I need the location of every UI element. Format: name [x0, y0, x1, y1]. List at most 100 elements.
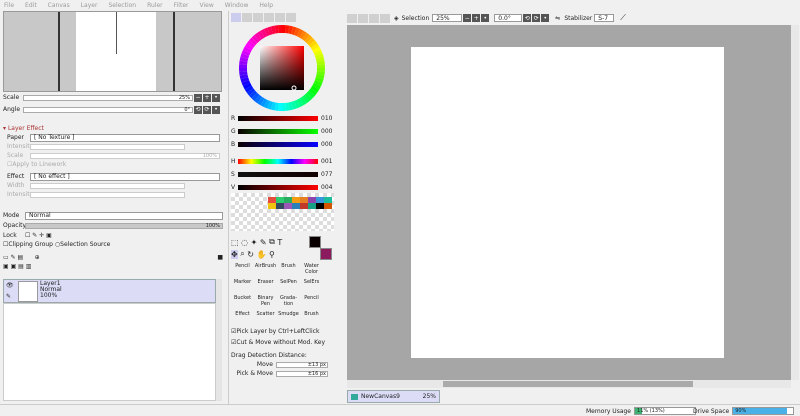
color-swatch[interactable]	[284, 203, 292, 209]
color-swatch[interactable]	[292, 203, 300, 209]
text-icon[interactable]: T	[277, 238, 282, 247]
canvas-hscroll[interactable]	[347, 380, 791, 388]
menu-view[interactable]: View	[199, 2, 213, 9]
zoom-in-button[interactable]: +	[203, 93, 211, 102]
hand-icon[interactable]: ✋	[257, 250, 267, 259]
navigator-preview[interactable]	[3, 11, 222, 92]
paper-scale-slider[interactable]: 100%	[30, 152, 220, 159]
canvas-vscroll[interactable]	[791, 25, 799, 380]
effect-select[interactable]: [ No effect ]	[30, 172, 220, 181]
color-swatch[interactable]	[268, 203, 276, 209]
zoom-icon[interactable]: ⌕	[240, 249, 244, 259]
pick-layer-label: Pick Layer by Ctrl+LeftClick	[236, 328, 320, 335]
hsv-tab[interactable]	[253, 13, 263, 22]
width-slider[interactable]	[30, 182, 185, 189]
g-slider[interactable]	[238, 129, 318, 134]
tb-zoom-reset[interactable]: •	[481, 14, 490, 22]
opacity-slider[interactable]: 100%	[25, 222, 223, 229]
menu-canvas[interactable]: Canvas	[48, 2, 70, 9]
color-swatch[interactable]	[300, 203, 308, 209]
rotate-reset-button[interactable]: •	[212, 105, 220, 114]
background-color[interactable]	[320, 248, 332, 260]
new-folder-icon[interactable]: ⊕	[35, 254, 40, 261]
tb-btn-3[interactable]	[369, 13, 379, 23]
layer-ops-icon[interactable]: ▣ ▣ ▤ ▥	[3, 263, 31, 270]
status-bar: Memory Usage 11% (13%) Drive Space 90%	[0, 404, 800, 416]
layer-row-layer1[interactable]: 👁 ✎ Layer1 Normal 100%	[3, 279, 216, 303]
tb-rotate-r[interactable]: ⟳	[532, 14, 541, 22]
h-slider[interactable]	[238, 159, 318, 164]
lock-icons[interactable]: ☐ ✎ ✛ ▣	[25, 232, 52, 239]
foreground-color[interactable]	[309, 236, 321, 248]
eye-icon[interactable]: 👁	[6, 282, 14, 289]
rotate-left-button[interactable]: ⟲	[194, 105, 202, 114]
rotate-icon[interactable]: ↻	[247, 250, 254, 259]
magic-wand-icon[interactable]: ✦	[251, 238, 258, 247]
tb-rotate-reset[interactable]: •	[541, 14, 550, 22]
intensity2-slider[interactable]	[30, 191, 185, 198]
layer-list[interactable]	[3, 303, 216, 401]
menu-selection[interactable]: Selection	[108, 2, 136, 9]
rgb-tab[interactable]	[242, 13, 252, 22]
color-swatch[interactable]	[324, 203, 332, 209]
zoom-reset-button[interactable]: •	[212, 93, 220, 102]
apply-linework-checkbox[interactable]: ☐	[3, 161, 12, 168]
rect-select-icon[interactable]: ⬚	[231, 238, 239, 247]
tb-zoom-in[interactable]: +	[472, 14, 481, 22]
intensity-slider[interactable]	[30, 143, 185, 150]
menu-window[interactable]: Window	[225, 2, 249, 9]
hscroll-thumb[interactable]	[443, 381, 693, 387]
menu-filter[interactable]: Filter	[174, 2, 189, 9]
menu-file[interactable]: File	[4, 2, 14, 9]
angle-combo[interactable]: 0.0°	[494, 14, 523, 22]
tb-btn-2[interactable]	[358, 13, 368, 23]
layer-scrollbar[interactable]	[216, 279, 222, 401]
blend-mode-select[interactable]: Normal	[25, 211, 223, 220]
move-icon[interactable]: ✥	[231, 249, 238, 259]
color-swatch[interactable]	[276, 203, 284, 209]
paper-select[interactable]: [ No Texture ]	[30, 133, 220, 142]
v-value: 004	[321, 184, 333, 191]
line-icon[interactable]: ⟋	[620, 13, 626, 23]
zoom-combo[interactable]: 25%	[432, 14, 463, 22]
rotate-right-button[interactable]: ⟳	[203, 105, 211, 114]
b-value: 000	[321, 141, 333, 148]
canvas-tab[interactable]: NewCanvas9 25%	[347, 390, 440, 403]
color-swatch[interactable]	[308, 203, 316, 209]
menu-help[interactable]: Help	[259, 2, 273, 9]
menu-ruler[interactable]: Ruler	[147, 2, 163, 9]
collapse-icon[interactable]: ▾	[3, 125, 6, 132]
move-distance-slider[interactable]: ±13 px	[276, 361, 328, 368]
b-slider[interactable]	[238, 142, 318, 147]
flip-icon[interactable]: ⇋	[555, 15, 560, 22]
color-wheel-tab[interactable]	[231, 13, 241, 22]
pen-tool-icon[interactable]: ✎	[260, 238, 267, 247]
drawing-canvas[interactable]	[411, 47, 724, 358]
v-slider[interactable]	[238, 185, 318, 190]
pick-distance-slider[interactable]: ±16 px	[276, 370, 328, 377]
tb-zoom-out[interactable]: −	[463, 14, 472, 22]
scratch-tab[interactable]	[286, 13, 296, 22]
layer-menu-icon[interactable]: ■	[217, 254, 223, 261]
tb-btn-4[interactable]	[380, 13, 390, 23]
lasso-icon[interactable]: ◌	[241, 238, 248, 247]
menu-layer[interactable]: Layer	[81, 2, 98, 9]
new-layer-icon[interactable]: ▭ ✎ ▤	[3, 254, 23, 261]
color-wheel[interactable]	[238, 24, 326, 112]
color-swatch[interactable]	[316, 203, 324, 209]
canvas-viewport[interactable]	[347, 25, 791, 380]
tb-btn-1[interactable]	[347, 13, 357, 23]
r-slider[interactable]	[238, 116, 318, 121]
tb-rotate-l[interactable]: ⟲	[523, 14, 532, 22]
color-swatches[interactable]	[231, 193, 334, 231]
zoom-out-button[interactable]: −	[194, 93, 202, 102]
copy-icon[interactable]: ⧉	[269, 237, 275, 247]
stabilizer-combo[interactable]: S-7	[594, 14, 615, 22]
scale-slider[interactable]: 25%	[23, 94, 193, 101]
swatch-tab[interactable]	[264, 13, 274, 22]
angle-slider[interactable]: 0°	[23, 106, 193, 113]
mixer-tab[interactable]	[275, 13, 285, 22]
eyedropper-icon[interactable]: ⚲	[269, 250, 275, 259]
menu-edit[interactable]: Edit	[25, 2, 37, 9]
s-slider[interactable]	[238, 172, 318, 177]
